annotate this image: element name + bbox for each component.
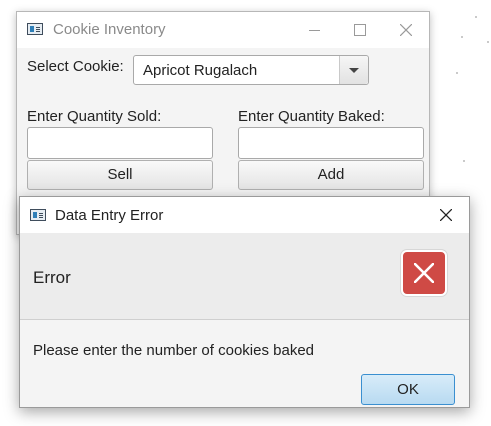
dialog-title: Data Entry Error	[55, 207, 164, 224]
qty-sold-label: Enter Quantity Sold:	[27, 108, 162, 125]
app-icon	[27, 23, 43, 35]
sell-button[interactable]: Sell	[27, 160, 213, 190]
dialog-header: Error	[20, 233, 469, 320]
qty-baked-input[interactable]	[238, 127, 424, 159]
background-dot	[463, 160, 465, 162]
dialog-titlebar[interactable]: Data Entry Error	[20, 197, 469, 233]
qty-baked-label: Enter Quantity Baked:	[238, 108, 385, 125]
close-icon[interactable]	[383, 12, 429, 48]
background-dot	[475, 16, 477, 18]
chevron-down-icon[interactable]	[339, 56, 368, 84]
qty-sold-input[interactable]	[27, 127, 213, 159]
cookie-select-value: Apricot Rugalach	[143, 62, 258, 79]
dialog-message: Please enter the number of cookies baked	[33, 342, 315, 359]
background-dot	[456, 72, 458, 74]
background-dot	[487, 41, 489, 43]
main-titlebar[interactable]: Cookie Inventory	[17, 12, 429, 48]
maximize-icon[interactable]	[337, 12, 383, 48]
error-x-icon	[401, 250, 447, 296]
background-dot	[461, 36, 463, 38]
add-button[interactable]: Add	[238, 160, 424, 190]
ok-button[interactable]: OK	[361, 374, 455, 405]
minimize-icon[interactable]	[291, 12, 337, 48]
window-title: Cookie Inventory	[53, 21, 166, 38]
dialog-header-text: Error	[33, 268, 71, 287]
data-entry-error-dialog: Data Entry Error Error Please enter the …	[19, 196, 470, 408]
select-cookie-label: Select Cookie:	[27, 58, 124, 75]
cookie-select[interactable]: Apricot Rugalach	[133, 55, 369, 85]
app-icon	[30, 209, 46, 221]
